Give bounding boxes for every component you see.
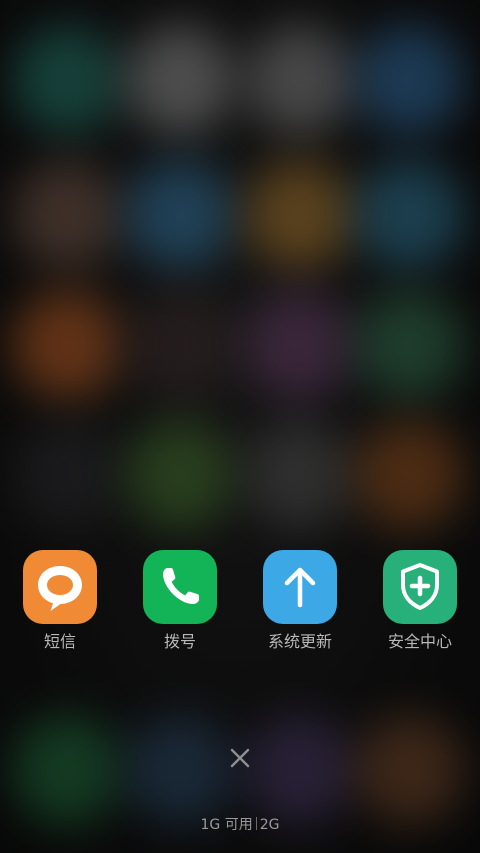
blurred-app-icon xyxy=(125,290,235,400)
recent-app-security-center[interactable]: 安全中心 xyxy=(360,550,480,660)
blurred-app-icon xyxy=(125,420,235,530)
phone-handset-icon xyxy=(143,550,217,624)
recent-app-label: 安全中心 xyxy=(387,632,452,651)
recent-app-label: 短信 xyxy=(43,632,76,651)
blurred-app-icon xyxy=(125,715,235,825)
blurred-app-icon xyxy=(12,420,122,530)
blurred-app-icon xyxy=(12,290,122,400)
blurred-app-icon xyxy=(355,160,465,270)
blurred-app-icon xyxy=(355,290,465,400)
blurred-app-icon xyxy=(125,25,235,135)
up-arrow-icon xyxy=(263,550,337,624)
blurred-app-icon xyxy=(245,420,355,530)
recent-app-label: 系统更新 xyxy=(267,632,332,651)
blurred-app-icon xyxy=(245,715,355,825)
blurred-app-icon xyxy=(355,715,465,825)
blurred-home-screen-background xyxy=(0,0,480,853)
shield-plus-icon xyxy=(383,550,457,624)
recent-app-label: 拨号 xyxy=(163,632,196,651)
memory-divider xyxy=(255,817,257,830)
memory-status: 1G 可用 2G xyxy=(0,815,480,835)
message-bubble-icon xyxy=(23,550,97,624)
memory-available: 1G 可用 xyxy=(200,817,253,833)
blurred-app-icon xyxy=(245,290,355,400)
clear-all-button[interactable] xyxy=(220,738,260,778)
recent-app-sms[interactable]: 短信 xyxy=(0,550,120,660)
blurred-app-icon xyxy=(355,420,465,530)
blurred-app-icon xyxy=(12,25,122,135)
memory-total: 2G xyxy=(259,817,280,833)
blurred-app-icon xyxy=(12,160,122,270)
blurred-app-icon xyxy=(245,25,355,135)
blurred-app-icon xyxy=(125,160,235,270)
blurred-app-icon xyxy=(12,715,122,825)
close-icon xyxy=(230,748,250,768)
recent-app-system-update[interactable]: 系统更新 xyxy=(240,550,360,660)
recent-app-dialer[interactable]: 拨号 xyxy=(120,550,240,660)
blurred-app-icon xyxy=(245,160,355,270)
blurred-app-icon xyxy=(355,25,465,135)
